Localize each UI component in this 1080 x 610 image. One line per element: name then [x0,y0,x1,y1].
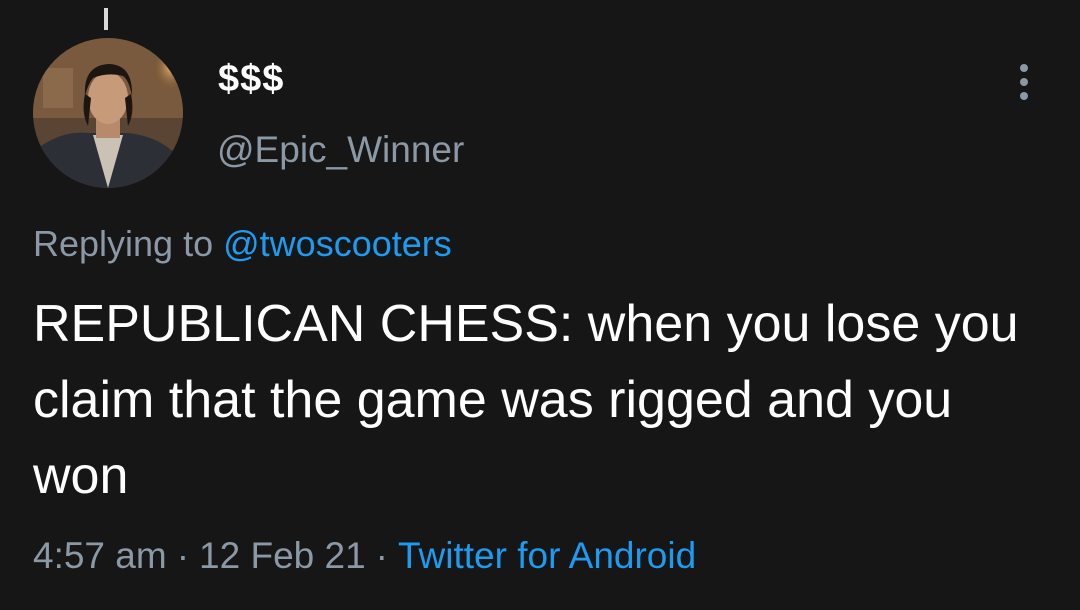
avatar[interactable] [33,38,183,188]
more-options-button[interactable] [1000,58,1048,106]
tweet-source[interactable]: Twitter for Android [398,535,696,576]
replying-to-mention[interactable]: @twoscooters [223,223,452,264]
meta-separator: · [176,535,190,576]
thread-connector-line [104,8,108,30]
meta-separator: · [375,535,388,576]
more-vertical-icon-dot [1020,78,1028,86]
more-vertical-icon [1020,64,1028,72]
avatar-image [33,38,183,188]
tweet-date[interactable]: 12 Feb 21 [199,535,366,576]
tweet-text: REPUBLICAN CHESS: when you lose you clai… [33,295,1019,505]
tweet-time[interactable]: 4:57 am [33,535,167,576]
more-vertical-icon-dot [1020,92,1028,100]
replying-to: Replying to @twoscooters [33,222,452,266]
display-name[interactable]: $$$ [218,56,284,102]
replying-to-label: Replying to [33,223,214,264]
user-handle[interactable]: @Epic_Winner [217,128,464,172]
tweet-metadata: 4:57 am · 12 Feb 21 · Twitter for Android [33,532,696,580]
